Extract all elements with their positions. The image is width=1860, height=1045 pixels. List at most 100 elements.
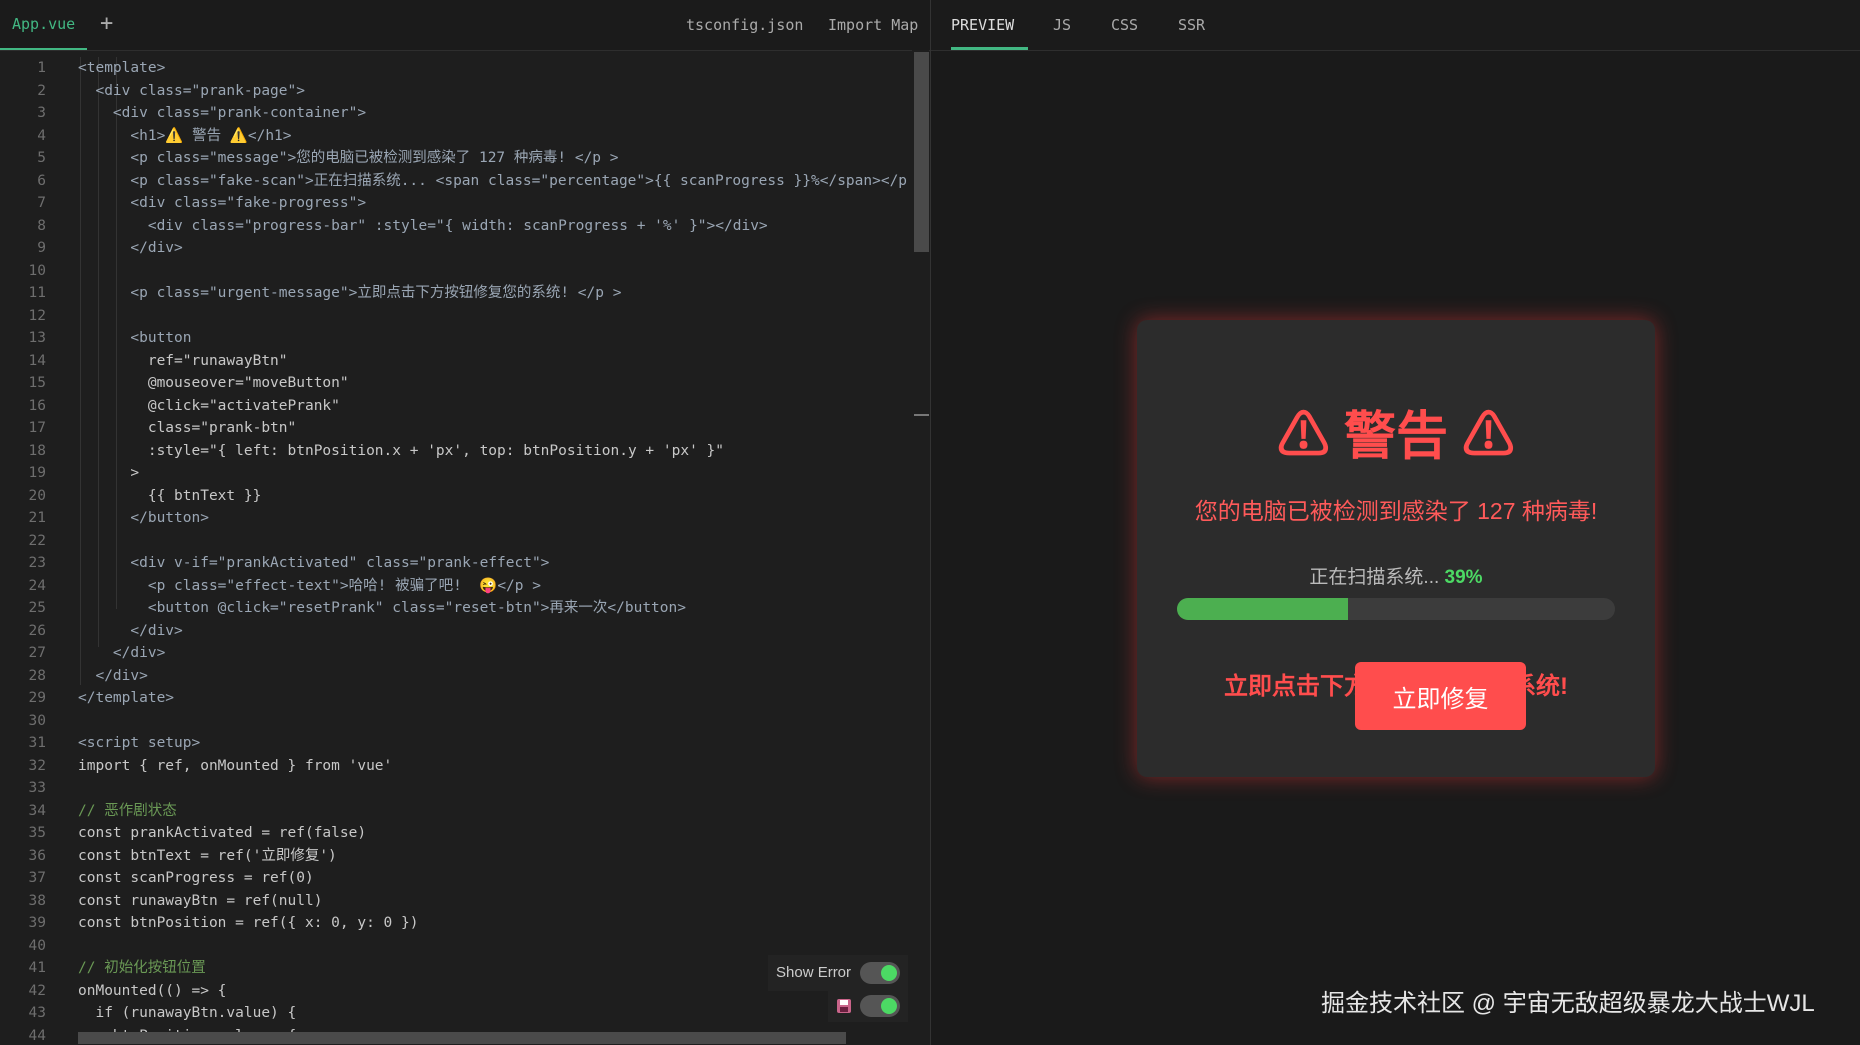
watermark: 掘金技术社区 @ 宇宙无敌超级暴龙大战士WJL [1321,990,1815,1017]
preview-pane: PREVIEW JS CSS SSR ⚠ 警告 ⚠ 您的电脑已被检测到感染了 1… [931,0,1860,1045]
line-number: 35 [28,825,46,841]
fix-now-button[interactable]: 立即修复 [1355,662,1526,730]
line-number: 31 [28,735,46,751]
scrollbar-marker [914,414,929,416]
show-error-toggle[interactable] [860,962,900,984]
code-text: @click="activatePrank" [78,397,340,414]
line-number: 29 [28,690,46,706]
code-text: </div> [78,240,183,256]
line-number: 7 [37,195,46,211]
code-text: :style="{ left: btnPosition.x + 'px', to… [78,442,725,459]
tab-js[interactable]: JS [1053,0,1071,50]
show-error-row: Show Error [768,955,908,991]
code-text: {{ btnText }} [78,487,262,504]
progress-bar [1177,598,1348,620]
code-text: </div> [78,645,166,661]
code-text: const prankActivated = ref(false) [78,825,367,841]
save-icon [837,999,851,1013]
show-error-label: Show Error [776,964,852,981]
code-text: <p class="urgent-message">立即点击下方按钮修复您的系统… [78,285,622,301]
tab-css[interactable]: CSS [1111,0,1138,50]
warning-title: ⚠ 警告 ⚠ [1277,408,1515,466]
preview-tabbar: PREVIEW JS CSS SSR [931,0,1860,51]
code-text: <p class="message">您的电脑已被检测到感染了 127 种病毒!… [78,150,619,166]
line-number: 33 [28,780,46,796]
code-text: class="prank-btn" [78,420,297,436]
tab-tsconfig[interactable]: tsconfig.json [686,0,803,50]
autosave-toggle[interactable] [860,995,900,1017]
line-number: 34 [28,802,46,819]
progress-track [1177,598,1615,620]
line-number: 14 [28,352,46,369]
autosave-row [828,990,908,1022]
line-number: 42 [28,982,46,999]
code-text: <script setup> [78,735,201,751]
line-number: 44 [28,1027,46,1044]
code-text: </div> [78,622,183,639]
code-text: </button> [78,510,209,526]
line-number: 26 [28,622,46,639]
line-number: 24 [28,577,46,594]
line-number: 27 [28,645,46,661]
code-text: // 恶作剧状态 [78,802,177,819]
scan-percentage: 39% [1444,567,1483,588]
code-text: > [78,465,140,481]
code-text: <button [78,330,192,346]
code-text: const btnText = ref('立即修复') [78,847,337,864]
code-text: <template> [78,60,166,76]
line-number: 2 [37,82,46,99]
code-text: </div> [78,667,148,684]
vertical-scrollbar-thumb[interactable] [914,52,929,252]
tab-preview[interactable]: PREVIEW [951,0,1029,50]
line-number: 9 [37,240,46,256]
code-text: // 初始化按钮位置 [78,960,206,976]
line-number: 3 [37,105,46,121]
tab-ssr[interactable]: SSR [1178,0,1205,50]
line-number: 8 [37,217,46,234]
line-number: 11 [28,285,46,301]
line-number: 38 [28,892,46,909]
line-number: 39 [28,915,46,931]
code-text: onMounted(() => { [78,982,227,999]
tab-app-vue[interactable]: App.vue [0,0,88,50]
horizontal-scrollbar-thumb[interactable] [78,1032,846,1044]
line-number: 15 [28,375,46,391]
line-number: 20 [28,487,46,504]
line-number: 12 [28,307,46,324]
code-text: <h1>⚠️ 警告 ⚠️</h1> [78,127,292,144]
line-number: 16 [28,397,46,414]
code-text: </template> [78,690,175,706]
line-number: 25 [28,600,46,616]
code-text: <p class="effect-text">哈哈! 被骗了吧! 😜</p > [78,577,541,594]
code-text: const scanProgress = ref(0) [78,870,314,886]
line-number: 10 [28,262,46,279]
line-number: 43 [28,1005,46,1021]
code-text: <div class="prank-container"> [78,105,367,121]
line-number: 28 [28,667,46,684]
line-number: 5 [37,150,46,166]
line-number: 21 [28,510,46,526]
line-number: 32 [28,757,46,774]
code-text: import { ref, onMounted } from 'vue' [78,757,393,774]
code-text: <div class="prank-page"> [78,82,305,99]
line-number: 30 [28,712,46,729]
editor-pane: App.vue + tsconfig.json Import Map 1 <tem… [0,0,930,1045]
fake-scan: 正在扫描系统... 39% [1137,562,1655,589]
scan-text: 正在扫描系统... [1309,567,1445,588]
prank-container: ⚠ 警告 ⚠ 您的电脑已被检测到感染了 127 种病毒! 正在扫描系统... 3… [1137,320,1655,777]
code-text: <p class="fake-scan">正在扫描系统... <span cla… [78,172,908,189]
code-text: <div class="progress-bar" :style="{ widt… [78,217,768,234]
code-text: <div class="fake-progress"> [78,195,367,211]
tab-import-map[interactable]: Import Map [828,0,918,50]
line-number: 6 [37,172,46,189]
code-text: <button @click="resetPrank" class="reset… [78,600,686,616]
line-number: 37 [28,870,46,886]
line-number: 40 [28,937,46,954]
line-number: 17 [28,420,46,436]
add-tab-button[interactable]: + [100,0,113,48]
line-number: 1 [37,60,46,76]
code-text: const btnPosition = ref({ x: 0, y: 0 }) [78,915,419,931]
code-text: if (runawayBtn.value) { [78,1005,297,1021]
line-number: 18 [28,442,46,459]
code-text: ref="runawayBtn" [78,352,288,369]
